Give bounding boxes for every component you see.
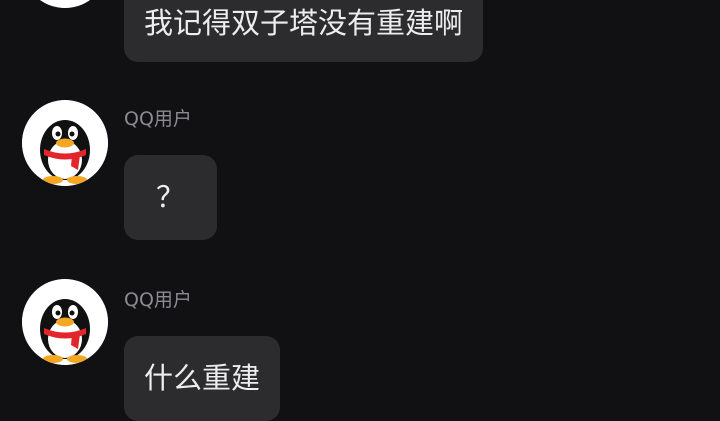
sender-name: QQ用户 bbox=[124, 108, 192, 130]
message-bubble[interactable]: 我记得双子塔没有重建啊 bbox=[124, 0, 484, 62]
message-bubble[interactable]: ？ bbox=[124, 155, 217, 240]
message-bubble[interactable]: 什么重建 bbox=[124, 336, 281, 421]
chat-thread: 我记得双子塔没有重建啊 QQ用户 ？ QQ用户 什么重建 bbox=[0, 0, 720, 421]
avatar[interactable] bbox=[22, 100, 108, 186]
qq-penguin-icon bbox=[22, 279, 108, 365]
qq-penguin-icon bbox=[22, 100, 108, 186]
avatar[interactable] bbox=[22, 0, 108, 8]
qq-penguin-icon bbox=[40, 0, 90, 8]
sender-name: QQ用户 bbox=[124, 289, 192, 311]
avatar[interactable] bbox=[22, 279, 108, 365]
